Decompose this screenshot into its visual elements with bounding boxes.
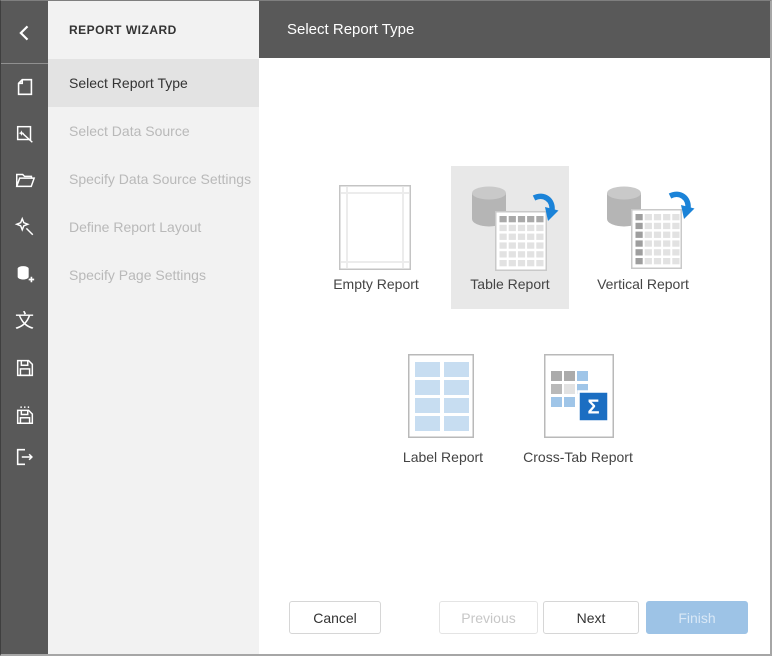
wizard-image-icon bbox=[16, 125, 33, 143]
step-select-data-source: Select Data Source bbox=[69, 123, 190, 139]
new-report-button[interactable] bbox=[1, 67, 48, 107]
save-icon bbox=[16, 359, 33, 377]
localization-button[interactable]: 文 bbox=[1, 301, 48, 341]
step-specify-data-source-settings: Specify Data Source Settings bbox=[69, 171, 252, 187]
finish-button[interactable]: Finish bbox=[646, 601, 748, 634]
cancel-button[interactable]: Cancel bbox=[289, 601, 381, 634]
cross-tab-report-icon: Σ bbox=[544, 354, 614, 438]
tile-label: Vertical Report bbox=[597, 276, 689, 292]
collapse-panel-button[interactable] bbox=[1, 13, 48, 53]
panel-title: REPORT WIZARD bbox=[69, 23, 177, 37]
table-report-icon bbox=[472, 186, 559, 271]
design-in-wizard-button[interactable] bbox=[1, 207, 48, 247]
save-as-icon bbox=[16, 406, 33, 424]
tile-label: Empty Report bbox=[333, 276, 419, 292]
page-title: Select Report Type bbox=[287, 21, 415, 38]
tile-label: Label Report bbox=[402, 449, 484, 465]
save-button[interactable] bbox=[1, 348, 48, 388]
step-select-report-type[interactable]: Select Report Type bbox=[48, 59, 272, 107]
report-type-table[interactable]: Table Report bbox=[451, 166, 569, 309]
magic-wand-icon bbox=[14, 216, 33, 236]
tile-label: Cross-Tab Report bbox=[523, 449, 633, 465]
label-report-icon bbox=[408, 354, 474, 438]
empty-report-icon bbox=[339, 185, 411, 270]
next-button[interactable]: Next bbox=[543, 601, 639, 634]
previous-button[interactable]: Previous bbox=[439, 601, 538, 634]
svg-text:Σ: Σ bbox=[587, 397, 599, 419]
sigma-badge: Σ bbox=[577, 390, 610, 423]
report-wizard-button[interactable] bbox=[1, 114, 48, 154]
report-type-label[interactable]: Label Report bbox=[384, 349, 502, 469]
toolbar-sidebar: 文 bbox=[1, 1, 48, 654]
report-wizard-window: 文 REPORT WIZARD Select Report Type Selec… bbox=[0, 0, 772, 656]
exit-icon bbox=[16, 448, 33, 466]
exit-button[interactable] bbox=[1, 437, 48, 477]
database-add-icon bbox=[17, 266, 34, 283]
open-folder-icon bbox=[15, 173, 35, 188]
open-report-button[interactable] bbox=[1, 160, 48, 200]
vertical-report-icon bbox=[607, 186, 695, 269]
chevron-left-icon bbox=[18, 25, 28, 41]
new-document-icon bbox=[17, 78, 32, 96]
report-type-empty[interactable]: Empty Report bbox=[317, 166, 435, 309]
main-content: Select Report Type Empty Report Table Re… bbox=[259, 1, 770, 654]
report-type-vertical[interactable]: Vertical Report bbox=[584, 166, 702, 309]
page-header: Select Report Type bbox=[259, 1, 770, 58]
tile-label: Table Report bbox=[470, 276, 550, 292]
step-specify-page-settings: Specify Page Settings bbox=[69, 267, 206, 283]
localization-icon: 文 bbox=[14, 310, 34, 332]
step-define-report-layout: Define Report Layout bbox=[69, 219, 202, 235]
add-data-source-button[interactable] bbox=[1, 254, 48, 294]
wizard-steps-panel: REPORT WIZARD Select Report Type Select … bbox=[48, 1, 272, 654]
report-type-cross-tab[interactable]: Σ Cross-Tab Report bbox=[519, 349, 637, 469]
save-as-button[interactable] bbox=[1, 395, 48, 435]
sidebar-divider bbox=[1, 63, 48, 64]
